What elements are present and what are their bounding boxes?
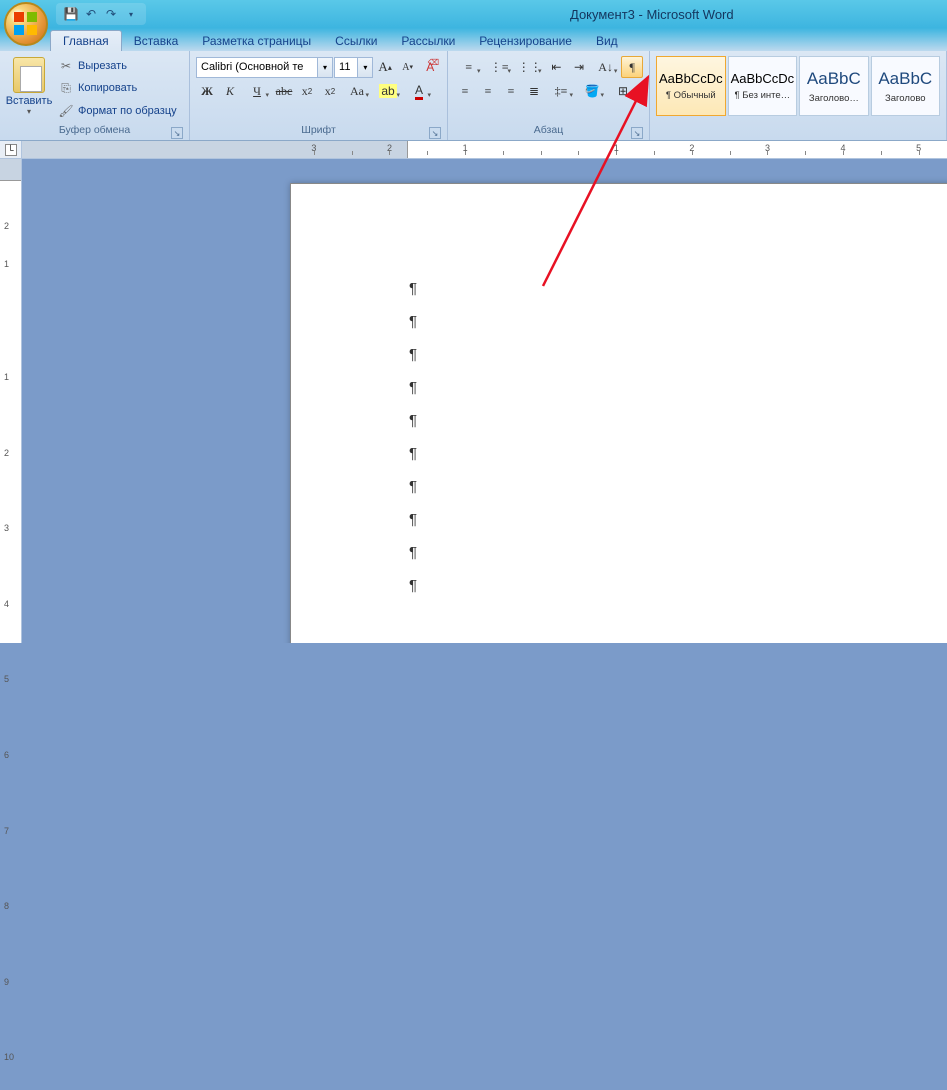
bold-button[interactable]: Ж [196, 80, 218, 102]
tab-Рассылки[interactable]: Рассылки [389, 31, 467, 51]
highlight-button[interactable]: ab [373, 80, 403, 102]
horizontal-ruler: └ 3211234567891011121314 [0, 141, 947, 159]
chevron-down-icon[interactable]: ▾ [317, 58, 332, 77]
format-painter-button[interactable]: 🖌 Формат по образцу [54, 100, 181, 122]
font-size-value: 11 [339, 61, 350, 73]
shrink-font-button[interactable]: A▾ [397, 56, 419, 78]
bullets-button[interactable]: ≡ [454, 56, 484, 78]
title-bar: 💾 ↶ ↷ ▾ Документ3 - Microsoft Word [0, 0, 947, 28]
align-left-button[interactable]: ≡ [454, 80, 476, 102]
group-clipboard: Вставить ▾ ✂ Вырезать ⎘ Копировать 🖌 Формат… [0, 51, 190, 140]
redo-icon[interactable]: ↷ [102, 5, 120, 23]
office-button[interactable] [4, 2, 48, 46]
save-icon[interactable]: 💾 [62, 5, 80, 23]
qat-dropdown-icon[interactable]: ▾ [122, 5, 140, 23]
tab-Ссылки[interactable]: Ссылки [323, 31, 389, 51]
decrease-indent-button[interactable]: ⇤ [546, 56, 568, 78]
clipboard-launcher[interactable]: ↘ [171, 127, 183, 139]
group-styles: AaBbCcDc¶ ОбычныйAaBbCcDc¶ Без инте…AaBb… [650, 51, 947, 140]
copy-label: Копировать [78, 82, 137, 94]
ribbon-tabs: ГлавнаяВставкаРазметка страницыСсылкиРас… [0, 28, 947, 51]
font-name-combo[interactable]: Calibri (Основной те ▾ [196, 57, 333, 78]
tab-Вид[interactable]: Вид [584, 31, 630, 51]
tab-Главная[interactable]: Главная [50, 30, 122, 51]
hruler-scale[interactable]: 3211234567891011121314 [22, 141, 947, 158]
group-label-clipboard: Буфер обмена↘ [4, 124, 185, 140]
font-name-value: Calibri (Основной те [201, 61, 303, 73]
vertical-ruler[interactable]: 2112345678910 [0, 159, 22, 643]
font-color-button[interactable]: A [404, 80, 434, 102]
group-label-paragraph: Абзац↘ [452, 124, 645, 140]
office-logo-icon [14, 12, 38, 36]
numbering-button[interactable]: ⋮≡ [485, 56, 515, 78]
grow-font-button[interactable]: A▴ [374, 56, 396, 78]
undo-icon[interactable]: ↶ [82, 5, 100, 23]
clear-formatting-button[interactable]: A⌫ [419, 56, 441, 78]
multilevel-button[interactable]: ⋮⋮ [515, 56, 545, 78]
page[interactable]: ¶¶¶¶¶¶¶¶¶¶ [290, 183, 947, 643]
tab-Вставка[interactable]: Вставка [122, 31, 191, 51]
cut-label: Вырезать [78, 60, 127, 72]
align-center-button[interactable]: ≡ [477, 80, 499, 102]
line-spacing-button[interactable]: ‡≡ [546, 80, 576, 102]
window-title: Документ3 - Microsoft Word [570, 7, 947, 22]
tab-Разметка страницы[interactable]: Разметка страницы [190, 31, 323, 51]
style-Заголово…[interactable]: AaBbCЗаголово… [799, 56, 868, 116]
italic-button[interactable]: К [219, 80, 241, 102]
copy-button[interactable]: ⎘ Копировать [54, 77, 181, 99]
font-launcher[interactable]: ↘ [429, 127, 441, 139]
document-viewport[interactable]: ¶¶¶¶¶¶¶¶¶¶ [22, 159, 947, 643]
shading-button[interactable]: 🪣 [577, 80, 607, 102]
paste-label: Вставить [6, 95, 53, 107]
subscript-button[interactable]: x2 [296, 80, 318, 102]
brush-icon: 🖌 [58, 103, 74, 119]
style-¶ Без инте…[interactable]: AaBbCcDc¶ Без инте… [728, 56, 798, 116]
group-font: Calibri (Основной те ▾ 11 ▾ A▴ A▾ A⌫ Ж К Ч… [190, 51, 448, 140]
document-area: 2112345678910 ¶¶¶¶¶¶¶¶¶¶ [0, 159, 947, 643]
group-label-font: Шрифт↘ [194, 124, 443, 140]
scissors-icon: ✂ [58, 58, 74, 74]
tab-stop-icon: └ [5, 144, 17, 156]
justify-button[interactable]: ≣ [523, 80, 545, 102]
font-size-combo[interactable]: 11 ▾ [334, 57, 373, 78]
group-paragraph: ≡ ⋮≡ ⋮⋮ ⇤ ⇥ A↓ ¶ ≡ ≡ ≡ ≣ ‡≡ 🪣 ⊞ [448, 51, 650, 140]
style-¶ Обычный[interactable]: AaBbCcDc¶ Обычный [656, 56, 726, 116]
underline-button[interactable]: Ч [242, 80, 272, 102]
tab-selector[interactable]: └ [0, 141, 22, 158]
chevron-down-icon[interactable]: ▾ [357, 58, 372, 77]
align-right-button[interactable]: ≡ [500, 80, 522, 102]
ribbon: Вставить ▾ ✂ Вырезать ⎘ Копировать 🖌 Формат… [0, 51, 947, 141]
paragraph-launcher[interactable]: ↘ [631, 127, 643, 139]
sort-button[interactable]: A↓ [591, 56, 621, 78]
show-pilcrow-button[interactable]: ¶ [621, 56, 643, 78]
increase-indent-button[interactable]: ⇥ [568, 56, 590, 78]
cut-button[interactable]: ✂ Вырезать [54, 55, 181, 77]
paste-icon [13, 57, 45, 93]
paste-button[interactable]: Вставить ▾ [4, 53, 54, 124]
copy-icon: ⎘ [58, 80, 74, 96]
change-case-button[interactable]: Aa [342, 80, 372, 102]
page-text[interactable]: ¶¶¶¶¶¶¶¶¶¶ [291, 184, 947, 602]
tab-Рецензирование[interactable]: Рецензирование [467, 31, 584, 51]
format-painter-label: Формат по образцу [78, 105, 177, 117]
borders-button[interactable]: ⊞ [608, 80, 638, 102]
style-Заголово[interactable]: AaBbCЗаголово [871, 56, 940, 116]
strikethrough-button[interactable]: abc [273, 80, 295, 102]
superscript-button[interactable]: x2 [319, 80, 341, 102]
quick-access-toolbar: 💾 ↶ ↷ ▾ [56, 3, 146, 25]
